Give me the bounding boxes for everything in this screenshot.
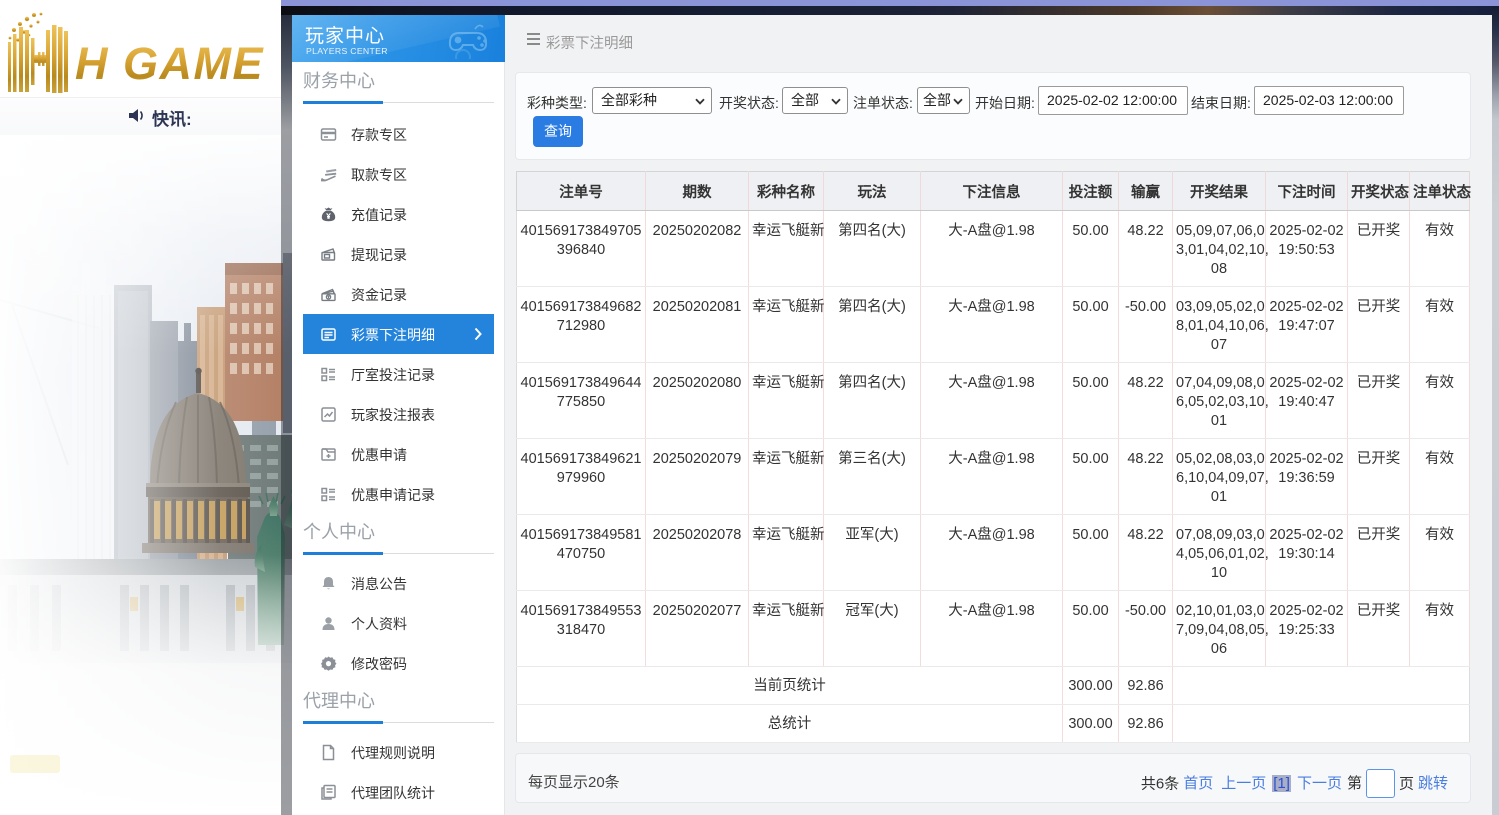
svg-text:H GAME: H GAME — [75, 38, 264, 89]
